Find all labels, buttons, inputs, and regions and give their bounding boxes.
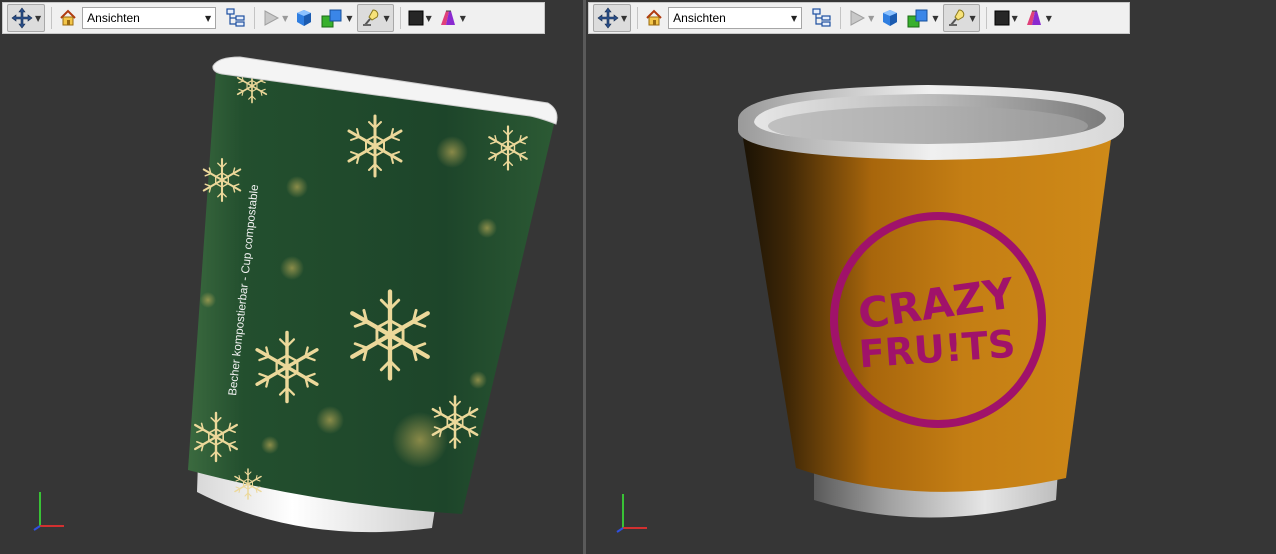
axis-gizmo xyxy=(33,492,64,531)
viewport-right[interactable]: ▼ Ansichten ▼ ▼ ▼ ▼ ▼ ▼ CRAZY FRU!TS xyxy=(586,0,1276,554)
cup-model-green[interactable]: Becher kompostierbar - Cup compostable xyxy=(0,0,583,554)
cup-model-orange[interactable]: CRAZY FRU!TS xyxy=(586,0,1276,554)
axis-gizmo xyxy=(616,494,647,533)
viewport-left[interactable]: ▼ Ansichten ▼ ▼ ▼ ▼ ▼ ▼ Becher kompostie… xyxy=(0,0,583,554)
